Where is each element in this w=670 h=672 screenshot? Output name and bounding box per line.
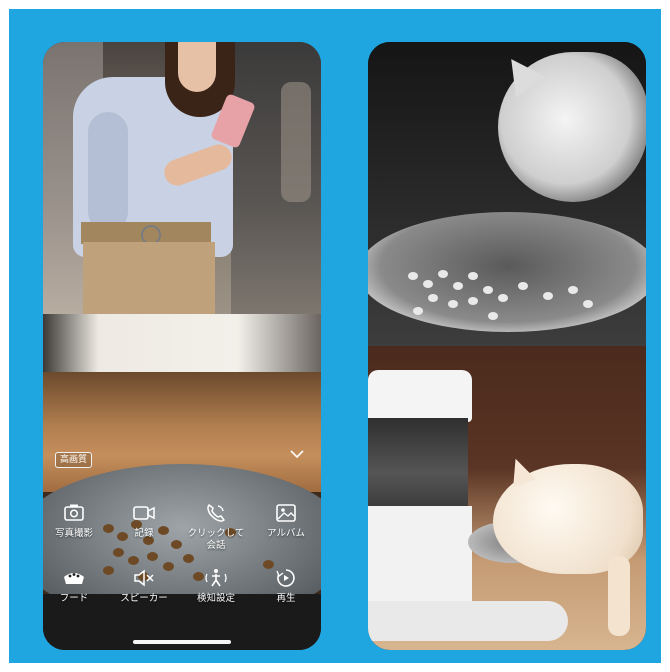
kitten-feeder-photo	[368, 346, 646, 650]
product-photos	[368, 42, 646, 650]
phone-call-icon	[203, 502, 229, 524]
detection-settings-button[interactable]: 検知設定	[181, 567, 251, 605]
speaker-mute-icon	[131, 567, 157, 589]
app-phone-screen: 高画質 写真撮影 記録 クリックして 会話 アルバム フード スピーカー 検知設…	[43, 42, 321, 650]
woman-with-phone-photo	[43, 42, 321, 314]
food-bowl-icon	[61, 567, 87, 589]
record-button[interactable]: 記録	[109, 502, 179, 540]
product-banner: 高画質 写真撮影 記録 クリックして 会話 アルバム フード スピーカー 検知設…	[0, 0, 670, 672]
camera-icon	[61, 502, 87, 524]
album-icon	[273, 502, 299, 524]
speaker-button[interactable]: スピーカー	[109, 567, 179, 605]
photo-capture-button[interactable]: 写真撮影	[43, 502, 109, 540]
motion-detect-icon	[203, 567, 229, 589]
playback-button[interactable]: 再生	[251, 567, 321, 605]
album-button[interactable]: アルバム	[251, 502, 321, 540]
home-indicator	[133, 640, 231, 644]
chevron-down-icon[interactable]	[289, 446, 305, 462]
food-button[interactable]: フード	[43, 567, 109, 605]
replay-icon	[273, 567, 299, 589]
night-vision-cat-photo	[368, 42, 646, 346]
feeder-lid	[368, 370, 472, 422]
talk-button[interactable]: クリックして 会話	[181, 502, 251, 552]
quality-badge[interactable]: 高画質	[55, 452, 93, 468]
video-record-icon	[131, 502, 157, 524]
